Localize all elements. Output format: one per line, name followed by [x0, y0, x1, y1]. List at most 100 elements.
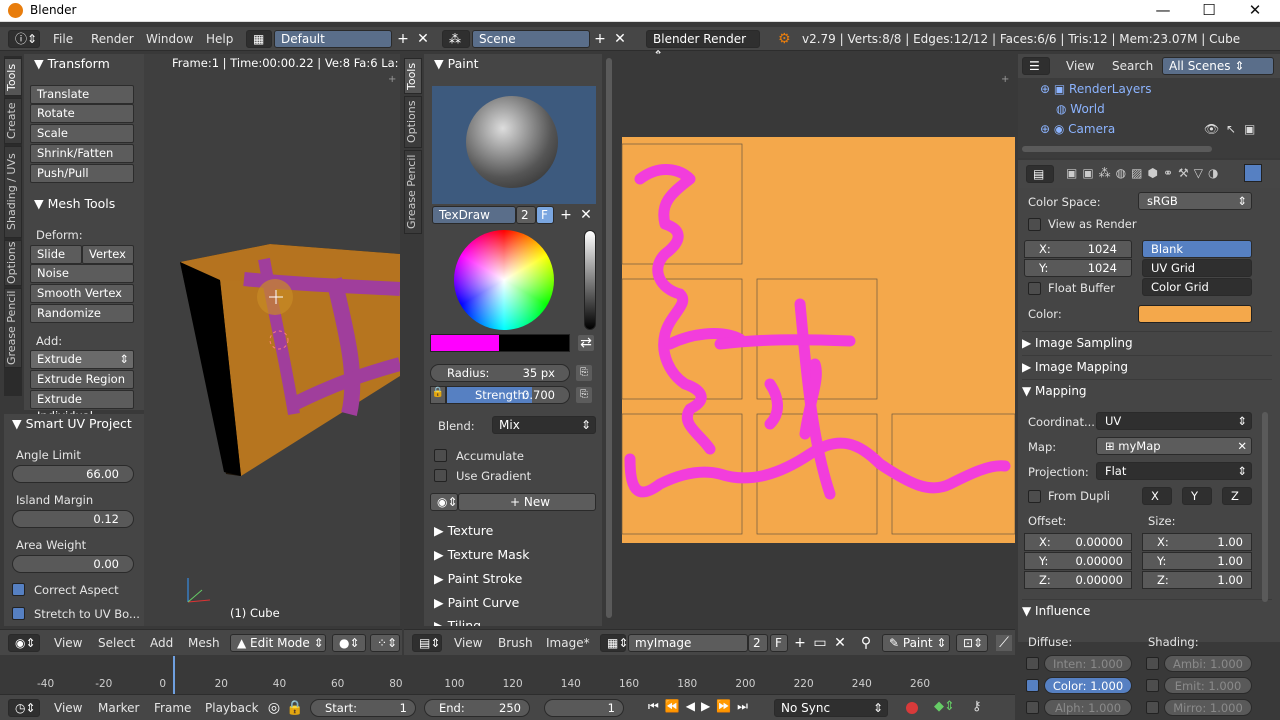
timeline-menu-view[interactable]: View: [54, 701, 82, 715]
outliner-hscrollbar[interactable]: [1022, 146, 1212, 152]
paint-tab-grease-pencil[interactable]: Grease Pencil: [404, 150, 422, 234]
transform-panel-header[interactable]: ▼ Transform: [34, 56, 110, 71]
cube-mesh[interactable]: [144, 54, 400, 626]
from-dupli-checkbox[interactable]: [1028, 490, 1041, 503]
image-name-field[interactable]: myImage: [628, 634, 748, 652]
image-mapping-panel[interactable]: ▶ Image Mapping: [1022, 355, 1272, 377]
texture-tab-icon[interactable]: [1244, 164, 1262, 182]
playback-controls[interactable]: ⏮⏪◀▶⏩⏭: [648, 699, 754, 714]
mesh-tools-panel-header[interactable]: ▼ Mesh Tools: [34, 196, 115, 211]
outliner-item-camera[interactable]: ⊕ ◉ Camera: [1040, 122, 1115, 136]
maximize-button[interactable]: ☐: [1186, 0, 1232, 22]
current-frame-field[interactable]: 1: [544, 699, 624, 717]
remove-scene-icon[interactable]: ✕: [612, 31, 628, 47]
extrude-select[interactable]: Extrude ⇕: [30, 350, 134, 369]
shading-influence-field[interactable]: Ambi: 1.000: [1164, 655, 1252, 672]
3d-menu-add[interactable]: Add: [150, 636, 173, 650]
unlink-brush-icon[interactable]: ✕: [578, 207, 594, 223]
diffuse-influence-field[interactable]: Alph: 1.000: [1044, 699, 1132, 716]
offset-z-field[interactable]: Z: 0.00000: [1024, 571, 1132, 589]
offset-y-field[interactable]: Y: 0.00000: [1024, 552, 1132, 570]
shading-mode-icon[interactable]: ●⇕: [332, 634, 366, 652]
shading-toggle-checkbox[interactable]: [1146, 679, 1159, 692]
editor-type-selector[interactable]: ⓘ⇕: [8, 30, 40, 48]
smooth-vertex-button[interactable]: Smooth Vertex: [30, 284, 134, 303]
radius-field[interactable]: Radius: 35 px: [430, 364, 570, 382]
texture-mask-panel[interactable]: ▶ Texture Mask: [434, 547, 530, 562]
image-sampling-panel[interactable]: ▶ Image Sampling: [1022, 331, 1272, 353]
strength-pressure-icon[interactable]: ⎘: [576, 387, 592, 403]
value-slider[interactable]: [584, 230, 596, 330]
render-engine-select[interactable]: Blender Render ⇕: [646, 30, 760, 62]
menu-render[interactable]: Render: [91, 32, 134, 46]
use-gradient-checkbox[interactable]: [434, 469, 447, 482]
brush-users-field[interactable]: 2: [516, 206, 536, 224]
new-brush-icon[interactable]: +: [558, 207, 574, 223]
shading-influence-field[interactable]: Mirro: 1.000: [1164, 699, 1252, 716]
outliner-item-renderlayers[interactable]: ⊕ ▣ RenderLayers: [1040, 82, 1151, 96]
paint-tab-tools[interactable]: Tools: [404, 58, 422, 94]
properties-context-tabs[interactable]: ▣▣⁂◍▨⬢⚭⚒▽◑: [1066, 166, 1223, 180]
image-mode-select[interactable]: ✎ Paint ⇕: [882, 634, 950, 652]
slide-edge-button[interactable]: Slide Ed: [30, 245, 82, 278]
projection-select[interactable]: Flat ⇕: [1096, 462, 1252, 480]
image-editor-type-icon[interactable]: ▤⇕: [412, 634, 442, 652]
float-buffer-checkbox[interactable]: [1028, 282, 1041, 295]
3d-menu-mesh[interactable]: Mesh: [188, 636, 220, 650]
generated-colorgrid-option[interactable]: Color Grid: [1142, 278, 1252, 296]
paint-tab-options[interactable]: Options: [404, 96, 422, 148]
stretch-checkbox[interactable]: [12, 607, 25, 620]
paint-curve-panel[interactable]: ▶ Paint Curve: [434, 595, 519, 610]
new-palette-button[interactable]: + New: [458, 493, 596, 511]
sync-select[interactable]: No Sync ⇕: [774, 699, 888, 717]
island-margin-field[interactable]: 0.12: [12, 510, 134, 528]
paint-panel-header[interactable]: ▼ Paint: [434, 56, 479, 71]
painted-image[interactable]: [620, 54, 1015, 626]
outliner-menu-view[interactable]: View: [1066, 59, 1094, 73]
scene-browse-icon[interactable]: ⁂: [442, 30, 470, 48]
keying-set-icon[interactable]: ◆⇕: [934, 699, 955, 714]
accumulate-checkbox[interactable]: [434, 449, 447, 462]
translate-button[interactable]: Translate: [30, 85, 134, 104]
brush-name-field[interactable]: TexDraw: [432, 206, 516, 224]
pin-icon[interactable]: ⚲: [858, 635, 874, 651]
current-frame-line[interactable]: [173, 656, 175, 694]
view-as-render-checkbox[interactable]: [1028, 218, 1041, 231]
end-frame-field[interactable]: End: 250: [424, 699, 530, 717]
timeline-menu-marker[interactable]: Marker: [98, 701, 139, 715]
mapping-panel[interactable]: ▼ Mapping: [1022, 379, 1272, 401]
keyframe-key-icon[interactable]: ⚷: [972, 699, 982, 714]
paint-stroke-panel[interactable]: ▶ Paint Stroke: [434, 571, 522, 586]
angle-limit-field[interactable]: 66.00: [12, 465, 134, 483]
shrink-fatten-button[interactable]: Shrink/Fatten: [30, 144, 134, 163]
tab-shading-uvs[interactable]: Shading / UVs: [4, 146, 22, 238]
timeline-menu-frame[interactable]: Frame: [154, 701, 191, 715]
scale-button[interactable]: Scale: [30, 124, 134, 143]
menu-window[interactable]: Window: [146, 32, 193, 46]
image-fake-user[interactable]: F: [770, 634, 788, 652]
palette-browse-icon[interactable]: ◉⇕: [430, 493, 458, 511]
tiling-panel[interactable]: ▶ Tiling: [434, 618, 481, 626]
uv-map-field[interactable]: ⊞ myMap ✕: [1096, 437, 1252, 455]
layout-browse-icon[interactable]: ▦: [246, 30, 272, 48]
image-menu-view[interactable]: View: [454, 636, 482, 650]
color-wheel[interactable]: [454, 230, 554, 330]
extrude-individual-button[interactable]: Extrude Individual: [30, 390, 134, 423]
3d-viewport[interactable]: Frame:1 | Time:00:00.22 | Ve:8 Fa:6 La:1…: [144, 54, 400, 626]
layout-name-field[interactable]: Default: [274, 30, 392, 48]
rotate-button[interactable]: Rotate: [30, 104, 134, 123]
size-z-field[interactable]: Z: 1.00: [1142, 571, 1252, 589]
3d-editor-type-icon[interactable]: ◉⇕: [8, 634, 40, 652]
shading-toggle-checkbox[interactable]: [1146, 657, 1159, 670]
region-expand-icon[interactable]: +: [388, 74, 396, 85]
properties-editor-icon[interactable]: ▤: [1026, 165, 1054, 183]
mapping-z-select[interactable]: Z: [1222, 487, 1252, 505]
uv-sync-icon[interactable]: ⟋: [996, 635, 1012, 651]
pivot-point-icon[interactable]: ⁘⇕: [370, 634, 400, 652]
timeline-menu-playback[interactable]: Playback: [205, 701, 259, 715]
texture-panel[interactable]: ▶ Texture: [434, 523, 493, 538]
strength-field[interactable]: Strength: 0.700: [446, 386, 570, 404]
render-camera-icon[interactable]: ▣: [1244, 122, 1255, 136]
timeline-editor-icon[interactable]: ◷⇕: [8, 699, 40, 717]
menu-help[interactable]: Help: [206, 32, 233, 46]
